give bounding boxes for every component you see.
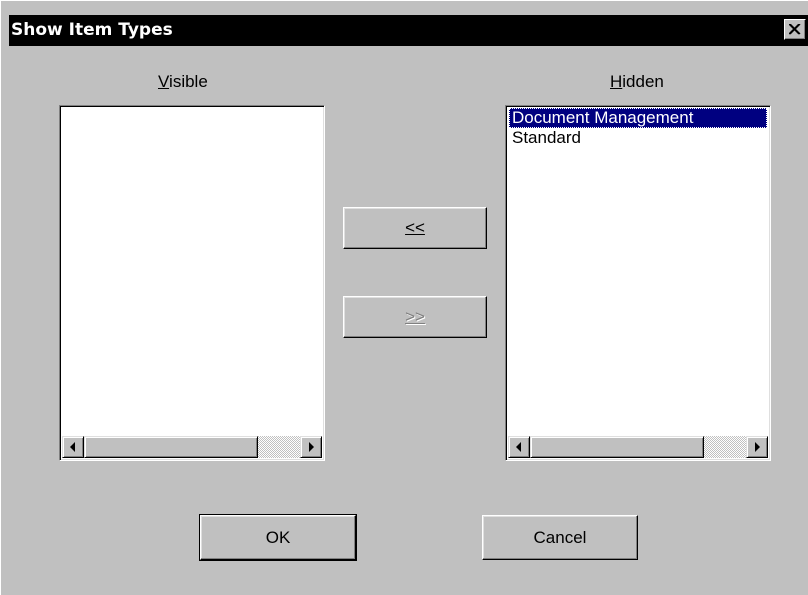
ok-button[interactable]: OK [199, 514, 357, 561]
move-to-hidden-button[interactable]: >> [343, 296, 487, 338]
triangle-left-icon [516, 442, 521, 452]
cancel-label: Cancel [533, 527, 587, 547]
move-to-hidden-label: >> [405, 307, 425, 326]
triangle-right-icon [309, 442, 314, 452]
visible-scroll-left-button[interactable] [62, 436, 84, 458]
title-bar[interactable]: Show Item Types [9, 15, 808, 46]
visible-scroll-right-button[interactable] [300, 436, 322, 458]
show-item-types-dialog: Show Item Types Visible << >> Hidden Doc… [0, 0, 808, 595]
visible-label: Visible [158, 72, 208, 91]
triangle-left-icon [70, 442, 75, 452]
dialog-title: Show Item Types [11, 20, 173, 40]
hidden-listbox[interactable]: Document Management Standard [505, 105, 771, 461]
hidden-label: Hidden [610, 72, 664, 91]
list-item[interactable]: Standard [509, 128, 767, 148]
hidden-list-items: Document Management Standard [509, 108, 767, 148]
hidden-scroll-left-button[interactable] [508, 436, 530, 458]
cancel-button[interactable]: Cancel [482, 515, 638, 560]
hidden-horizontal-scrollbar[interactable] [508, 436, 768, 458]
list-item[interactable]: Document Management [509, 108, 767, 128]
ok-label: OK [265, 527, 291, 547]
hidden-scroll-right-button[interactable] [746, 436, 768, 458]
close-button[interactable] [784, 19, 806, 40]
visible-horizontal-scrollbar[interactable] [62, 436, 322, 458]
visible-listbox[interactable] [59, 105, 325, 461]
close-icon [789, 24, 801, 35]
move-to-visible-label: << [405, 218, 425, 237]
visible-scroll-thumb[interactable] [84, 436, 258, 458]
triangle-right-icon [755, 442, 760, 452]
move-to-visible-button[interactable]: << [343, 207, 487, 249]
hidden-scroll-thumb[interactable] [530, 436, 704, 458]
